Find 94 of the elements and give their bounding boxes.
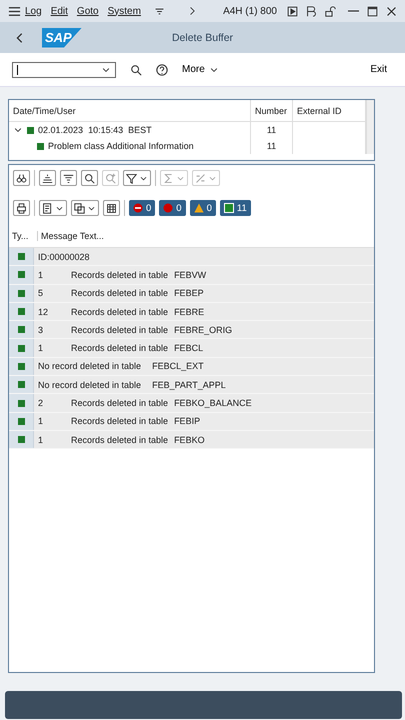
status-icon: [18, 362, 24, 370]
error-icon: [163, 203, 174, 213]
grid-button[interactable]: [103, 200, 120, 216]
message-text: Records deleted in table: [70, 416, 168, 426]
table-name: FEB_PART_APPL: [152, 380, 226, 390]
warning-icon: [194, 203, 204, 213]
status-icon: [18, 308, 24, 316]
layout-button[interactable]: [39, 200, 67, 216]
table-name: FEBIP: [174, 416, 200, 426]
layout-icon: [42, 202, 53, 214]
subtotal-icon: [195, 172, 206, 184]
message-text: Records deleted in table: [70, 324, 168, 335]
filter-button[interactable]: [123, 170, 151, 186]
sort-descending-button[interactable]: [60, 170, 77, 186]
table-name: FEBEP: [174, 288, 204, 298]
table-name: FEBCL: [174, 343, 204, 354]
success-icon: [224, 203, 234, 213]
scrollbar[interactable]: [366, 100, 374, 154]
find-icon: [84, 172, 95, 184]
more-button[interactable]: More: [182, 64, 219, 75]
status-icon: [37, 142, 44, 150]
message-text: Records deleted in table: [70, 343, 168, 354]
record-count: 1: [37, 343, 44, 354]
record-count: 1: [37, 270, 44, 280]
details-button[interactable]: [13, 170, 30, 186]
print-button[interactable]: [13, 200, 30, 216]
menu-item[interactable]: Goto: [76, 6, 99, 16]
status-icon: [18, 326, 24, 334]
message-text: No record deleted in table: [37, 380, 142, 390]
message-text: Records deleted in table: [70, 434, 168, 445]
record-count: 12: [37, 306, 50, 317]
export-icon: [74, 202, 85, 214]
grid-icon: [106, 202, 117, 214]
record-count: 1: [37, 416, 44, 426]
column-header[interactable]: Date/Time/User: [9, 100, 251, 122]
table-name: FEBKO: [174, 434, 205, 445]
log-entry[interactable]: Problem class Additional Information: [48, 141, 194, 151]
message-text: ID:00000028: [37, 252, 90, 262]
exit-button[interactable]: Exit: [364, 63, 393, 76]
search-icon: [130, 64, 142, 76]
log-entry[interactable]: 02.01.2023 10:15:43 BEST: [38, 125, 152, 135]
column-header[interactable]: Message Text...: [38, 231, 107, 241]
total-icon: [163, 172, 174, 184]
record-count: 5: [37, 288, 44, 298]
status-icon: [18, 253, 24, 260]
message-count-button[interactable]: 0: [159, 200, 186, 216]
message-count-button[interactable]: 0: [190, 200, 216, 216]
find-button[interactable]: [81, 170, 98, 186]
export-button[interactable]: [71, 200, 99, 216]
status-icon: [18, 344, 24, 352]
message-text: Records deleted in table: [70, 306, 168, 317]
column-header[interactable]: Ty...: [9, 231, 38, 241]
record-count: 1: [37, 434, 44, 445]
total-button[interactable]: [160, 170, 188, 186]
menu-item[interactable]: Edit: [50, 6, 68, 16]
sort-ascending-button[interactable]: [39, 170, 56, 186]
message-text: No record deleted in table: [37, 361, 142, 372]
menu-item[interactable]: Log: [25, 6, 42, 16]
print-icon: [16, 202, 27, 214]
number-cell: 11: [266, 141, 276, 151]
column-header[interactable]: Number: [251, 100, 293, 122]
menu-item[interactable]: System: [108, 6, 141, 16]
command-field[interactable]: [12, 62, 116, 78]
message-text: Records deleted in table: [70, 270, 168, 280]
sort-descending-icon: [63, 172, 74, 184]
status-icon: [18, 290, 24, 297]
logo: SAP: [42, 28, 82, 48]
table-name: FEBCL_EXT: [152, 361, 204, 372]
record-count: 3: [37, 324, 44, 335]
table-name: FEBKO_BALANCE: [174, 398, 252, 408]
table-name: FEBRE: [174, 306, 204, 317]
find-next-icon: [105, 172, 116, 184]
sort-ascending-icon: [42, 172, 53, 184]
table-name: FEBRE_ORIG: [174, 324, 232, 335]
system-label: A4H (1) 800: [223, 6, 277, 16]
window-title: Delete Buffer: [172, 32, 234, 44]
help-icon: [156, 64, 168, 76]
message-text: Records deleted in table: [70, 398, 168, 408]
status-icon: [27, 126, 34, 134]
status-icon: [18, 400, 24, 407]
filter-icon: [126, 172, 137, 184]
record-count: 2: [37, 398, 44, 408]
status-icon: [18, 271, 24, 278]
status-icon: [18, 436, 24, 444]
details-icon: [16, 172, 27, 184]
stop-icon: [133, 203, 143, 213]
message-count-button[interactable]: 0: [129, 200, 156, 216]
minimize-icon[interactable]: [348, 10, 359, 12]
number-cell: 11: [266, 125, 276, 135]
status-icon: [18, 418, 24, 425]
message-count-button[interactable]: 11: [220, 200, 251, 216]
table-name: FEBVW: [174, 270, 206, 280]
message-text: Records deleted in table: [70, 288, 168, 298]
status-icon: [18, 381, 24, 388]
